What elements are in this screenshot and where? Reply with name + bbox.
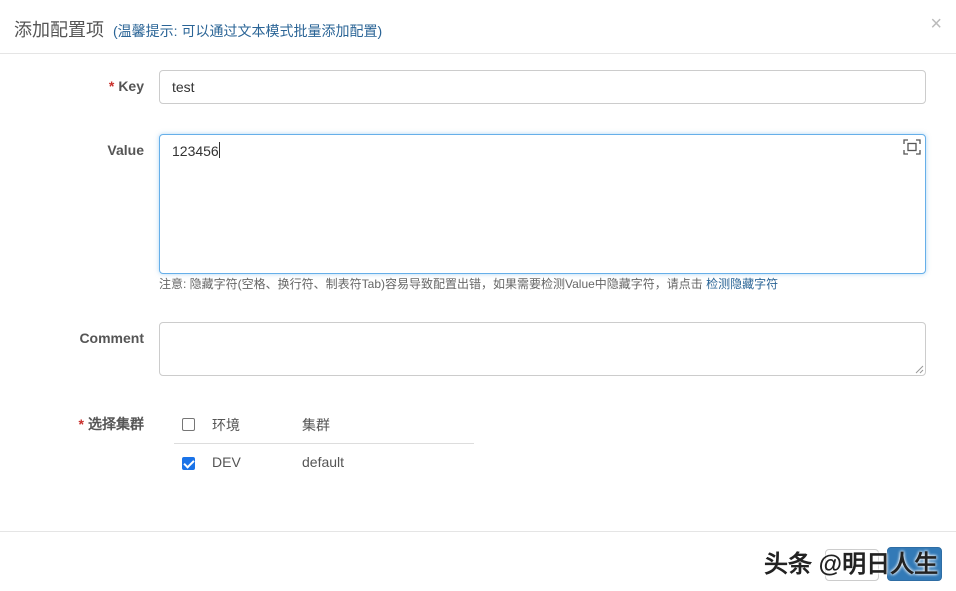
row-cluster: default [302, 454, 345, 470]
modal-title: 添加配置项 (温馨提示: 可以通过文本模式批量添加配置) [14, 16, 382, 42]
comment-label: Comment [0, 330, 144, 346]
modal-hint: (温馨提示: 可以通过文本模式批量添加配置) [113, 23, 383, 39]
key-input[interactable]: test [159, 70, 926, 104]
required-mark: * [108, 78, 115, 94]
value-label: Value [0, 142, 144, 158]
detect-hidden-chars-link[interactable]: 检测隐藏字符 [706, 277, 778, 291]
header-cluster: 集群 [302, 417, 330, 433]
table-row: DEV default [174, 444, 474, 482]
modal-header: 添加配置项 (温馨提示: 可以通过文本模式批量添加配置) × [0, 0, 956, 54]
required-mark: * [78, 416, 84, 432]
key-input-value: test [172, 79, 195, 95]
hidden-char-note: 注意: 隐藏字符(空格、换行符、制表符Tab)容易导致配置出错，如果需要检测Va… [159, 275, 778, 292]
value-textarea-value: 123456 [172, 143, 219, 159]
text-caret [218, 142, 220, 158]
note-text: 注意: 隐藏字符(空格、换行符、制表符Tab)容易导致配置出错，如果需要检测Va… [159, 277, 703, 291]
row-env: DEV [212, 454, 241, 470]
key-label: * Key [0, 78, 144, 94]
fullscreen-icon[interactable] [903, 139, 921, 155]
header-env: 环境 [212, 417, 240, 433]
resize-handle-icon[interactable] [914, 364, 924, 374]
key-label-text: Key [118, 78, 144, 94]
close-icon[interactable]: × [930, 12, 942, 36]
cluster-label: * 选择集群 [0, 414, 144, 434]
comment-textarea[interactable] [159, 322, 926, 376]
cluster-label-text: 选择集群 [88, 416, 144, 432]
value-label-text: Value [107, 142, 144, 158]
comment-label-text: Comment [79, 330, 144, 346]
select-all-checkbox[interactable] [182, 418, 195, 431]
value-textarea[interactable]: 123456 [159, 134, 926, 274]
cluster-table-header: 环境 集群 [174, 404, 474, 444]
watermark: 头条 @明日人生 [764, 551, 939, 578]
row-checkbox[interactable] [182, 457, 195, 470]
modal-title-text: 添加配置项 [14, 20, 104, 40]
cluster-table: 环境 集群 DEV default [174, 404, 474, 482]
